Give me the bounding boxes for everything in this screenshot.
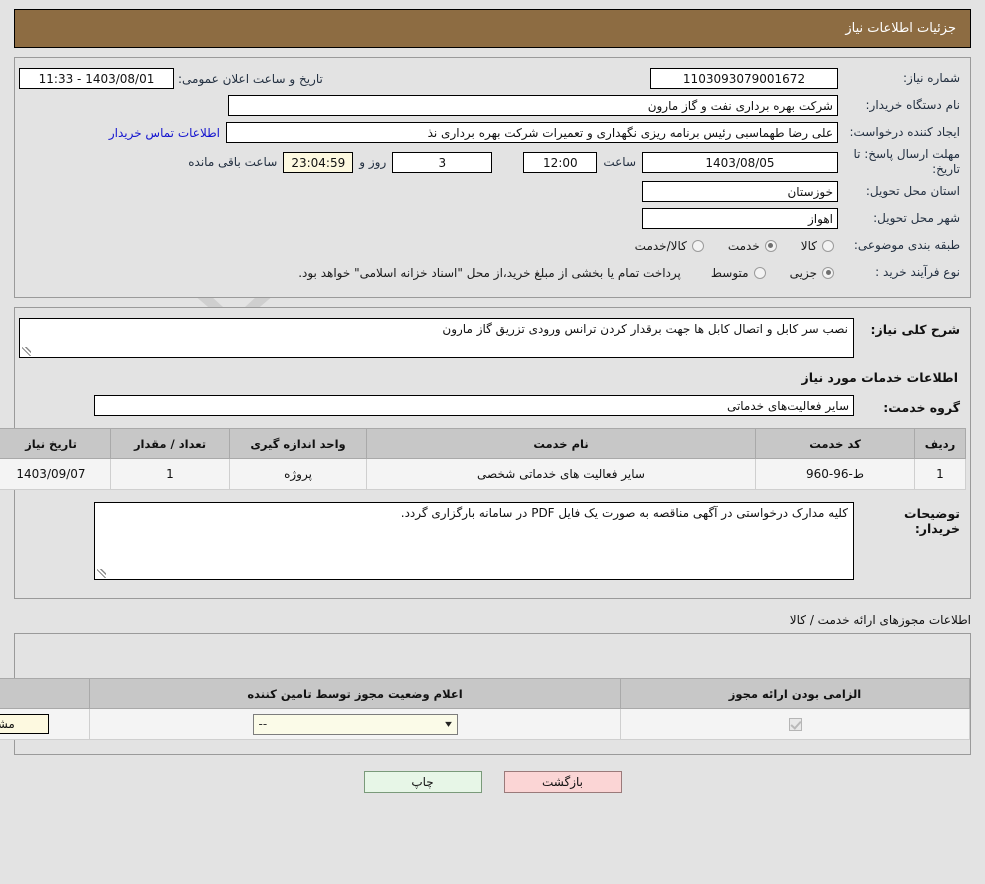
permits-table-header-row: الزامی بودن ارائه مجوز اعلام وضعیت مجوز … xyxy=(0,678,970,709)
buyer-contact-link[interactable]: اطلاعات تماس خریدار xyxy=(103,126,226,140)
cell-need-date: 1403/09/07 xyxy=(0,458,111,490)
buyer-notes-label: توضیحات خریدار: xyxy=(904,506,960,536)
services-table: ردیف کد خدمت نام خدمت واحد اندازه گیری ت… xyxy=(0,428,966,490)
col-code: کد خدمت xyxy=(755,428,915,459)
cell-permit-required xyxy=(620,708,970,740)
row-province: استان محل تحویل: خوزستان xyxy=(19,179,966,204)
need-desc-label: شرح کلی نیاز: xyxy=(870,322,960,337)
remaining-time-countdown: 23:04:59 xyxy=(283,151,354,173)
process-option-label-0: جزیی xyxy=(789,265,817,280)
footer-actions: بازگشت چاپ xyxy=(0,771,985,793)
category-option-label-0: کالا xyxy=(800,238,817,253)
category-radio-kala-khedmat[interactable]: کالا/خدمت xyxy=(615,239,708,253)
cell-code: ط-96-960 xyxy=(755,458,915,490)
buyer-org-label: نام دستگاه خریدار: xyxy=(865,98,961,112)
back-button[interactable]: بازگشت xyxy=(503,771,622,793)
row-process-type: نوع فرآیند خرید : جزیی متوسط پرداخت تمام… xyxy=(19,260,966,285)
service-details-panel: شرح کلی نیاز: نصب سر کابل و اتصال کابل ه… xyxy=(0,307,971,599)
col-need-date: تاریخ نیاز xyxy=(0,428,111,459)
row-city: شهر محل تحویل: اهواز xyxy=(19,206,966,231)
row-creator: ایجاد کننده درخواست: علی رضا طهماسبی رئی… xyxy=(19,120,966,145)
category-option-label-1: خدمت xyxy=(727,238,760,253)
chevron-down-icon: ▾ xyxy=(445,718,453,730)
remaining-suffix-label: ساعت باقی مانده xyxy=(188,155,278,169)
cell-unit: پروژه xyxy=(229,458,367,490)
col-permit-details: جزئیات xyxy=(0,678,90,709)
permits-caption: اطلاعات مجوزهای ارائه خدمت / کالا xyxy=(789,613,971,627)
province-label: استان محل تحویل: xyxy=(865,184,960,198)
need-desc-textarea[interactable]: نصب سر کابل و اتصال کابل ها جهت برقدار ک… xyxy=(19,318,854,358)
services-heading: اطلاعات خدمات مورد نیاز xyxy=(801,370,959,385)
col-permit-required: الزامی بودن ارائه مجوز xyxy=(620,678,970,709)
category-radio-khedmat[interactable]: خدمت xyxy=(708,239,781,253)
row-buyer-notes: توضیحات خریدار: کلیه مدارک درخواستی در آ… xyxy=(19,502,966,580)
table-row: ▾ -- مشاهده مجوز xyxy=(0,708,970,740)
public-announce-field: 1403/08/01 - 11:33 xyxy=(19,68,174,89)
radio-icon-khedmat[interactable] xyxy=(764,239,777,252)
view-permit-button[interactable]: مشاهده مجوز xyxy=(0,714,49,734)
page-title-bar: جزئیات اطلاعات نیاز xyxy=(14,9,971,48)
col-unit: واحد اندازه گیری xyxy=(229,428,367,459)
days-and-label: روز و xyxy=(359,155,387,169)
category-option-label-2: کالا/خدمت xyxy=(634,238,687,253)
public-announce-label: تاریخ و ساعت اعلان عمومی: xyxy=(178,71,323,86)
remaining-days-field: 3 xyxy=(392,151,493,173)
cell-permit-status: ▾ -- xyxy=(89,708,621,740)
radio-icon-jozei[interactable] xyxy=(822,266,834,279)
print-button[interactable]: چاپ xyxy=(363,771,482,793)
row-category: طبقه بندی موضوعی: کالا خدمت کالا/خدمت xyxy=(19,233,966,258)
col-radif: ردیف xyxy=(914,428,966,459)
table-row: 1 ط-96-960 سایر فعالیت های خدماتی شخصی پ… xyxy=(0,458,966,490)
category-label: طبقه بندی موضوعی: xyxy=(853,238,960,252)
permit-status-value: -- xyxy=(258,717,268,731)
permit-status-select[interactable]: ▾ -- xyxy=(252,713,458,735)
deadline-label: مهلت ارسال پاسخ: تا تاریخ: xyxy=(853,147,960,176)
page-root: جزئیات اطلاعات نیاز شماره نیاز: 11030930… xyxy=(0,9,985,793)
checkbox-icon-permit-required xyxy=(788,718,802,731)
need-number-label: شماره نیاز: xyxy=(903,71,960,85)
creator-field: علی رضا طهماسبی رئیس برنامه ریزی نگهداری… xyxy=(226,122,838,143)
col-qty: تعداد / مقدار xyxy=(110,428,230,459)
process-radio-motavaset[interactable]: متوسط xyxy=(691,266,770,280)
deadline-date-field: 1403/08/05 xyxy=(642,151,838,173)
row-deadline: مهلت ارسال پاسخ: تا تاریخ: 1403/08/05 سا… xyxy=(19,147,966,177)
cell-permit-details: مشاهده مجوز xyxy=(0,708,90,740)
service-group-field: سایر فعالیت‌های خدماتی xyxy=(94,395,854,416)
col-name: نام خدمت xyxy=(366,428,756,459)
row-buyer-org: نام دستگاه خریدار: شرکت بهره برداری نفت … xyxy=(19,93,966,118)
cell-qty: 1 xyxy=(110,458,230,490)
buyer-notes-textarea[interactable]: کلیه مدارک درخواستی در آگهی مناقصه به صو… xyxy=(94,502,854,580)
cell-name: سایر فعالیت های خدماتی شخصی xyxy=(366,458,756,490)
province-field: خوزستان xyxy=(642,181,838,202)
col-permit-status: اعلام وضعیت مجوز توسط تامین کننده xyxy=(89,678,621,709)
process-radio-jozei[interactable]: جزیی xyxy=(770,266,838,280)
row-need-number: شماره نیاز: 1103093079001672 تاریخ و ساع… xyxy=(19,66,966,91)
process-label: نوع فرآیند خرید : xyxy=(875,265,960,279)
row-service-group: گروه خدمت: سایر فعالیت‌های خدماتی xyxy=(19,395,966,416)
radio-icon-kala[interactable] xyxy=(822,239,834,252)
city-label: شهر محل تحویل: xyxy=(873,211,960,225)
permits-table: الزامی بودن ارائه مجوز اعلام وضعیت مجوز … xyxy=(0,678,970,740)
deadline-gap xyxy=(492,155,523,169)
row-need-description: شرح کلی نیاز: نصب سر کابل و اتصال کابل ه… xyxy=(19,318,966,358)
buyer-org-field: شرکت بهره برداری نفت و گاز مارون xyxy=(228,95,838,116)
city-field: اهواز xyxy=(642,208,838,229)
need-info-panel: شماره نیاز: 1103093079001672 تاریخ و ساع… xyxy=(14,57,971,298)
treasury-note: پرداخت تمام یا بخشی از مبلغ خرید،از محل … xyxy=(298,265,681,280)
need-number-field: 1103093079001672 xyxy=(650,68,838,89)
permits-panel: الزامی بودن ارائه مجوز اعلام وضعیت مجوز … xyxy=(0,633,971,755)
service-group-label: گروه خدمت: xyxy=(883,400,960,415)
cell-radif: 1 xyxy=(914,458,966,490)
deadline-time-field: 12:00 xyxy=(523,151,598,173)
process-option-label-1: متوسط xyxy=(710,265,749,280)
category-radio-kala[interactable]: کالا xyxy=(781,239,838,253)
services-table-header-row: ردیف کد خدمت نام خدمت واحد اندازه گیری ت… xyxy=(0,428,966,459)
creator-label: ایجاد کننده درخواست: xyxy=(849,125,960,139)
page-title: جزئیات اطلاعات نیاز xyxy=(845,21,956,36)
hour-label: ساعت xyxy=(603,155,636,169)
radio-icon-motavaset[interactable] xyxy=(753,266,766,279)
radio-icon-kala-khedmat[interactable] xyxy=(691,239,704,252)
